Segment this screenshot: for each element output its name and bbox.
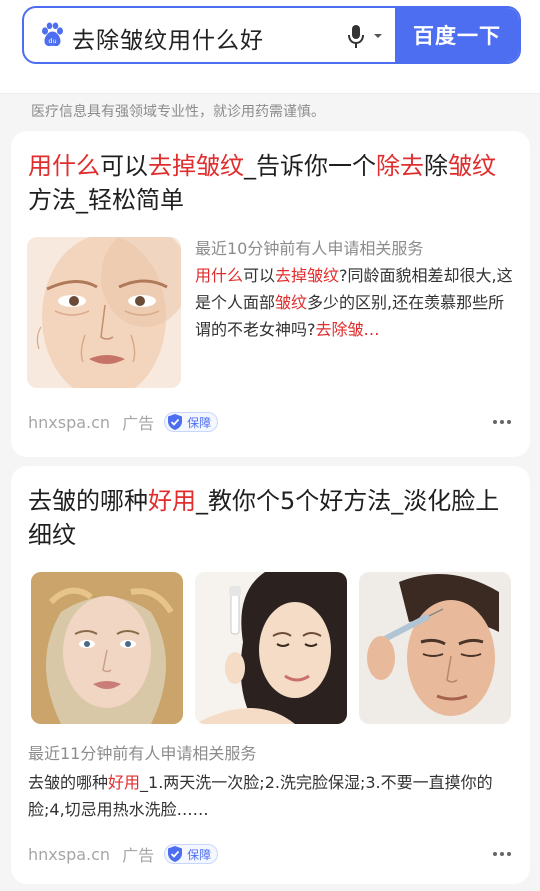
search-box[interactable]: du 去除皱纹用什么好 百度一下 — [22, 6, 521, 64]
search-header: du 去除皱纹用什么好 百度一下 — [0, 0, 540, 94]
shield-check-icon — [168, 846, 183, 862]
highlighted-text: 去除皱… — [315, 320, 380, 339]
thumbnail-row — [31, 572, 511, 724]
text-segment: 去皱的哪种 — [28, 487, 148, 515]
highlighted-text: 去掉皱纹 — [275, 266, 340, 285]
result-domain[interactable]: hnxspa.cn — [28, 845, 110, 864]
blonde-woman-image — [31, 572, 183, 724]
text-segment: 可以 — [100, 152, 148, 180]
baidu-paw-icon: du — [42, 22, 63, 47]
more-options-icon[interactable] — [492, 419, 512, 425]
result-footer: hnxspa.cn 广告 保障 — [28, 410, 219, 434]
result-title[interactable]: 去皱的哪种好用_教你个5个好方法_淡化脸上细纹 — [28, 484, 518, 552]
text-segment: 去皱的哪种 — [28, 773, 109, 792]
result-thumbnail[interactable] — [359, 572, 511, 724]
guarantee-label: 保障 — [187, 415, 212, 430]
search-button[interactable]: 百度一下 — [395, 8, 519, 62]
result-title[interactable]: 用什么可以去掉皱纹_告诉你一个除去除皱纹方法_轻松简单 — [28, 149, 518, 217]
result-domain[interactable]: hnxspa.cn — [28, 413, 110, 432]
result-footer: hnxspa.cn 广告 保障 — [28, 842, 219, 866]
chevron-down-icon[interactable] — [373, 32, 383, 40]
search-input[interactable]: 去除皱纹用什么好 — [72, 21, 264, 55]
highlighted-text: 除去 — [376, 152, 424, 180]
guarantee-badge[interactable]: 保障 — [164, 412, 219, 432]
highlighted-text: 用什么 — [28, 152, 100, 180]
text-segment: 除 — [424, 152, 448, 180]
highlighted-text: 好用 — [108, 773, 141, 792]
result-card[interactable]: 用什么可以去掉皱纹_告诉你一个除去除皱纹方法_轻松简单 最近10分钟前有人申请相… — [11, 131, 530, 457]
ad-label: 广告 — [122, 414, 155, 433]
result-meta: 最近10分钟前有人申请相关服务 — [195, 239, 424, 258]
ad-label: 广告 — [122, 846, 155, 865]
result-description[interactable]: 用什么可以去掉皱纹?同龄面貌相差却很大,这是个人面部皱纹多少的区别,还在羡慕那些… — [195, 262, 513, 343]
shield-check-icon — [168, 414, 183, 430]
svg-text:du: du — [48, 37, 56, 45]
man-injection-image — [359, 572, 511, 724]
result-description[interactable]: 去皱的哪种好用_1.两天洗一次脸;2.洗完脸保湿;3.不要一直摸你的脸;4,切忌… — [28, 769, 514, 823]
highlighted-text: 皱纹 — [448, 152, 496, 180]
text-segment: 方法_轻松简单 — [28, 186, 184, 214]
highlighted-text: 好用 — [148, 487, 196, 515]
result-card[interactable]: 去皱的哪种好用_教你个5个好方法_淡化脸上细纹 最近11分钟前有人申请相关服务 … — [11, 466, 530, 884]
result-thumbnail[interactable] — [31, 572, 183, 724]
woman-serum-image — [195, 572, 347, 724]
guarantee-label: 保障 — [187, 847, 212, 862]
medical-notice: 医疗信息具有强领域专业性，就诊用药需谨慎。 — [31, 104, 325, 120]
guarantee-badge[interactable]: 保障 — [164, 844, 219, 864]
text-segment: 可以 — [243, 266, 276, 285]
highlighted-text: 去掉皱纹 — [148, 152, 244, 180]
result-thumbnail[interactable] — [195, 572, 347, 724]
highlighted-text: 用什么 — [195, 266, 244, 285]
microphone-icon[interactable] — [347, 24, 365, 50]
text-segment: _告诉你一个 — [244, 152, 376, 180]
more-options-icon[interactable] — [492, 851, 512, 857]
result-thumbnail[interactable] — [27, 237, 181, 388]
aging-face-image — [27, 237, 181, 388]
result-meta: 最近11分钟前有人申请相关服务 — [28, 744, 257, 763]
highlighted-text: 皱纹 — [275, 293, 308, 312]
